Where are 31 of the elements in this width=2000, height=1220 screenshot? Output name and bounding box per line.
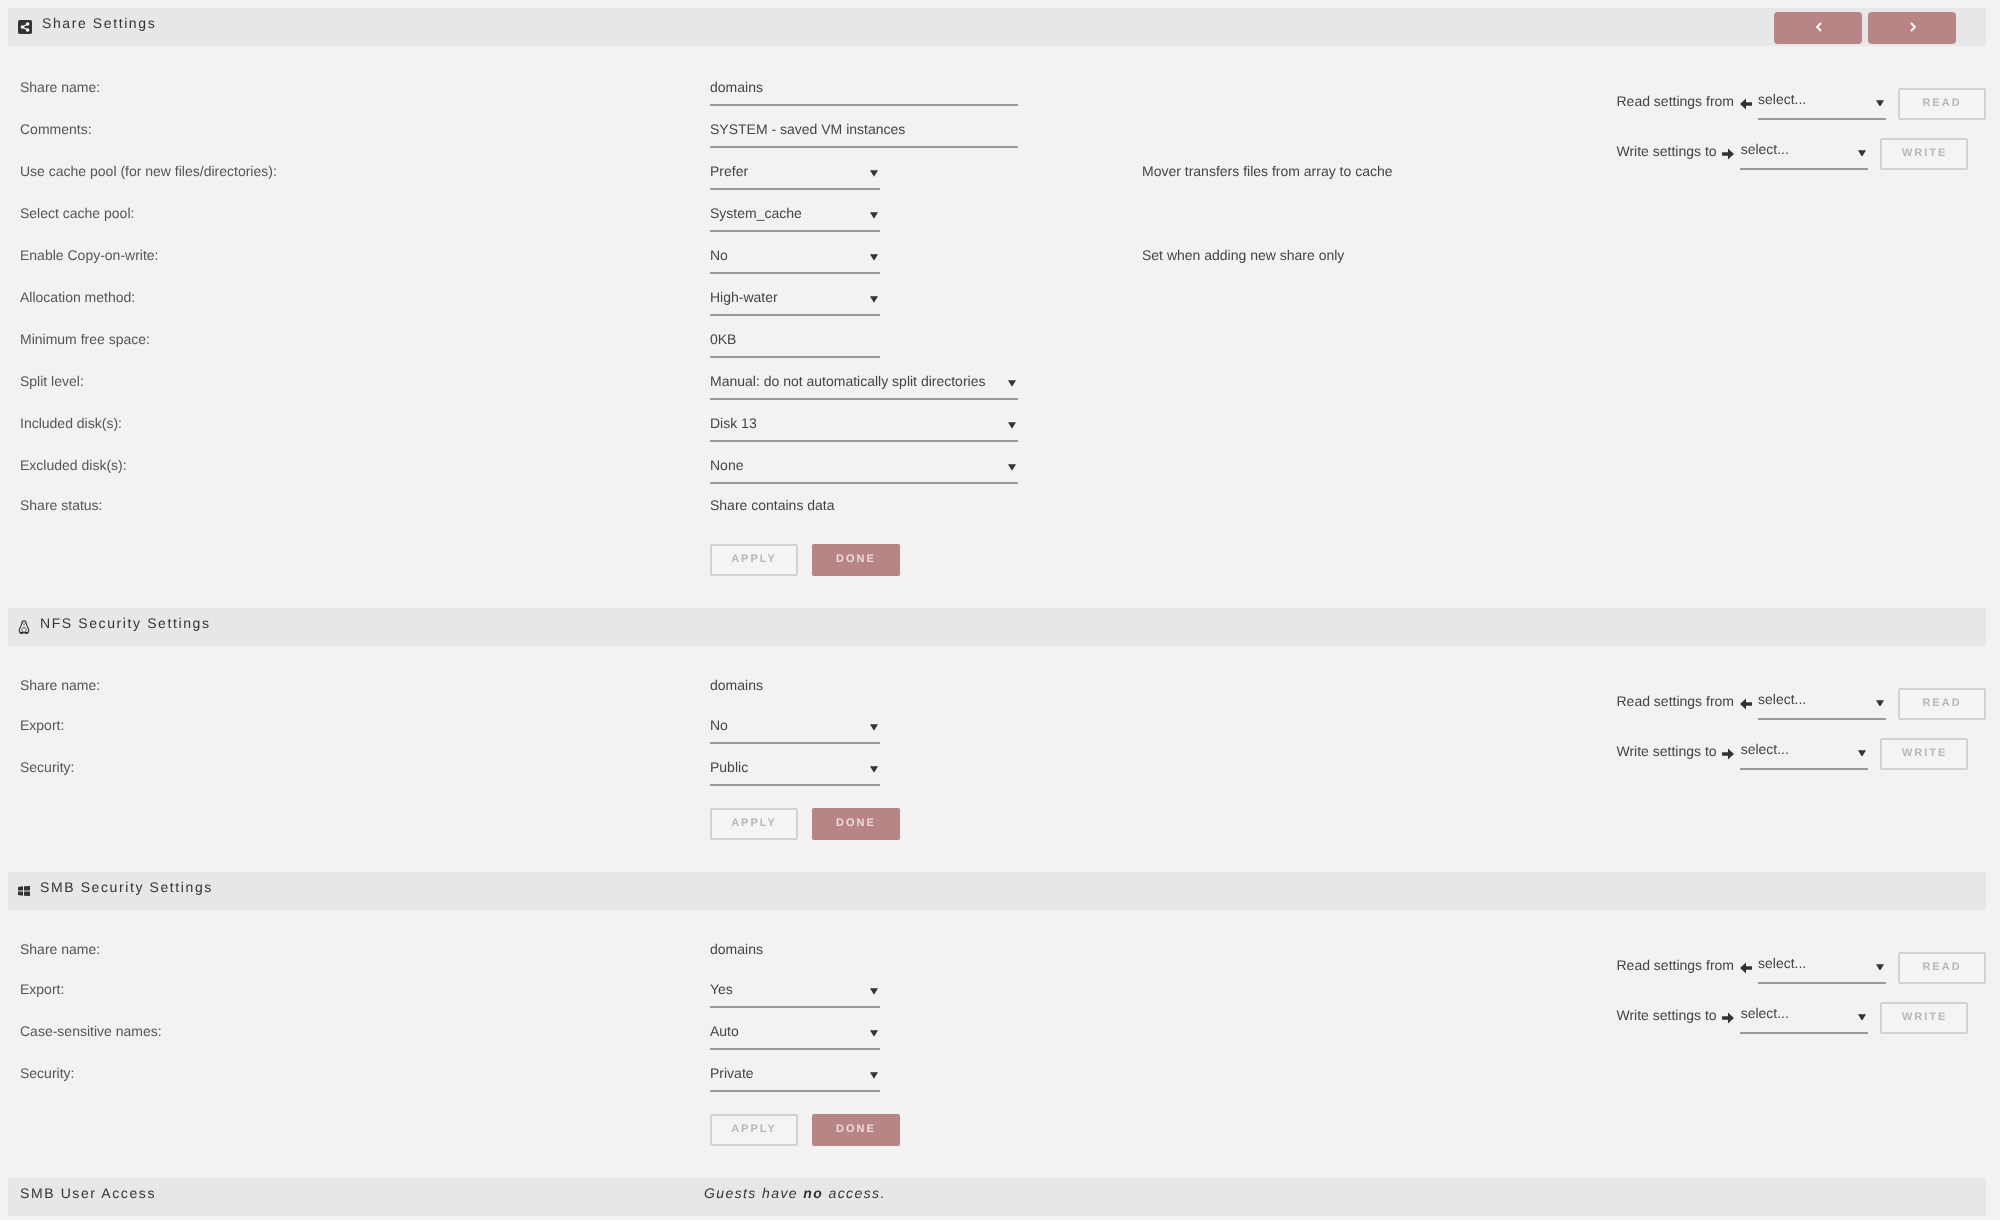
chevron-right-icon — [1909, 22, 1915, 32]
caret-icon — [1876, 963, 1884, 971]
previous-button[interactable] — [1774, 11, 1862, 43]
caret-icon — [870, 724, 878, 732]
caret-icon — [870, 1072, 878, 1080]
arrow-right-icon — [1722, 1012, 1735, 1024]
arrow-left-icon — [1740, 98, 1752, 110]
caret-icon — [870, 988, 878, 996]
next-button[interactable] — [1868, 11, 1956, 43]
penguin-icon — [18, 620, 30, 634]
share-icon — [18, 20, 32, 34]
chevron-left-icon — [1815, 22, 1821, 32]
caret-icon — [1876, 699, 1884, 707]
caret-icon — [870, 766, 878, 774]
caret-icon — [1008, 422, 1016, 430]
caret-icon — [870, 1030, 878, 1038]
caret-icon — [1858, 1013, 1867, 1021]
caret-icon — [870, 254, 878, 262]
caret-icon — [870, 170, 878, 178]
arrow-left-icon — [1740, 698, 1752, 710]
arrow-right-icon — [1722, 148, 1735, 160]
caret-icon — [1876, 99, 1884, 107]
caret-icon — [1858, 749, 1867, 757]
caret-icon — [1858, 149, 1867, 157]
caret-icon — [870, 212, 878, 220]
arrow-left-icon — [1740, 962, 1752, 974]
caret-icon — [1008, 464, 1016, 472]
four-squares-icon — [18, 886, 30, 896]
arrow-right-icon — [1722, 748, 1735, 760]
caret-icon — [1008, 380, 1016, 388]
caret-icon — [870, 296, 878, 304]
